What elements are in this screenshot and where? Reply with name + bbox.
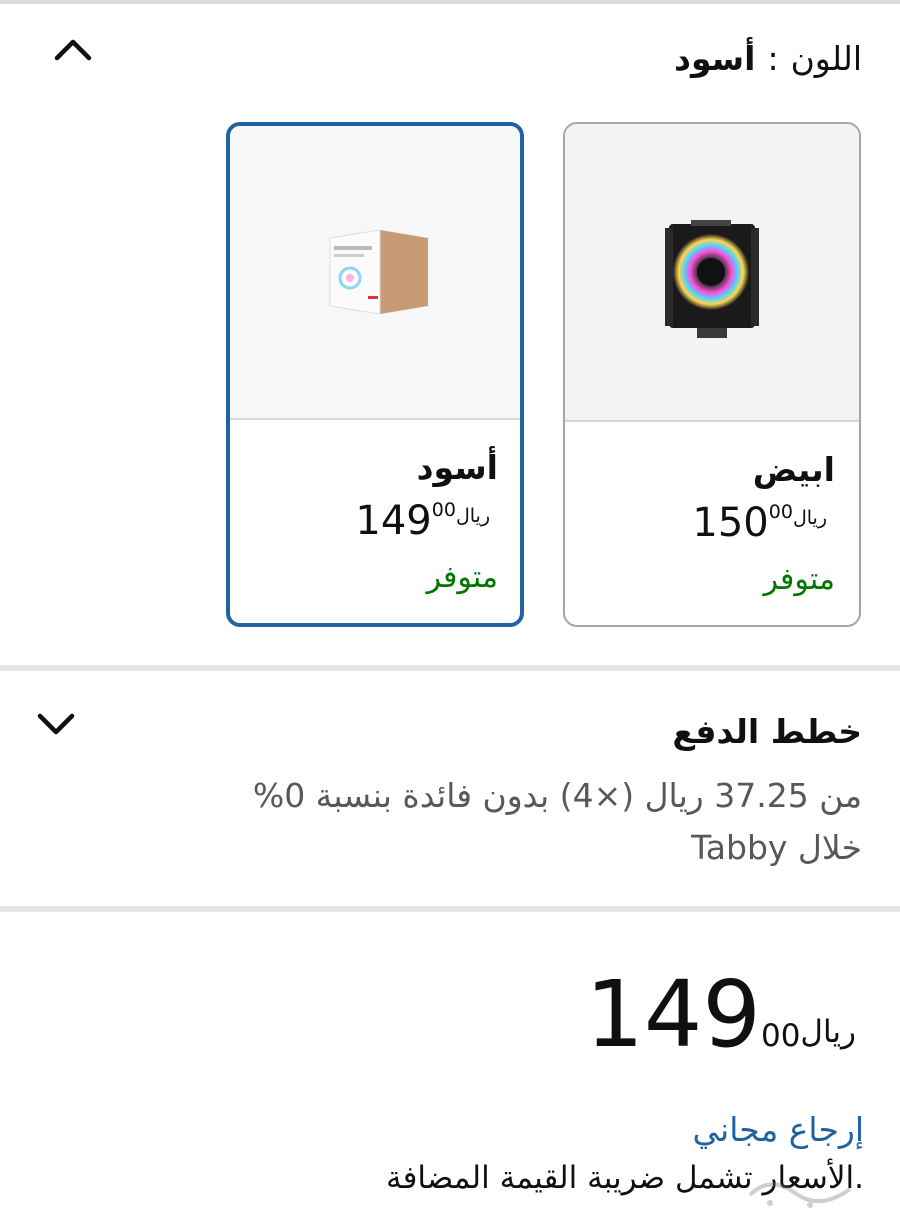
section-divider bbox=[0, 906, 900, 912]
color-selector-header: اللون: أسود bbox=[674, 36, 862, 82]
section-divider bbox=[0, 665, 900, 671]
color-option-black[interactable]: أسود ريال 14900 متوفر bbox=[226, 122, 524, 627]
chevron-down-icon bbox=[37, 713, 75, 735]
top-divider bbox=[0, 0, 900, 4]
cpu-cooler-rgb-fan-product bbox=[665, 220, 759, 338]
option-price-decimal: 00 bbox=[431, 499, 456, 521]
color-separator: : bbox=[767, 39, 779, 78]
payment-plans-title: خطط الدفع bbox=[672, 712, 862, 751]
option-price: ريال 14900 bbox=[355, 498, 492, 544]
watermark-logo bbox=[748, 1182, 852, 1208]
chevron-up-icon bbox=[54, 39, 92, 61]
option-price: ريال 15000 bbox=[692, 500, 829, 546]
product-image-white bbox=[565, 124, 859, 422]
boxed-cooler-packaging-product bbox=[329, 229, 428, 315]
option-stock-status: متوفر bbox=[426, 560, 498, 595]
option-price-decimal: 00 bbox=[768, 501, 793, 523]
color-label: اللون bbox=[790, 39, 862, 78]
product-image-black bbox=[230, 126, 520, 420]
color-option-white[interactable]: ابيض ريال 15000 متوفر bbox=[563, 122, 861, 627]
product-price: ريال 14900 bbox=[585, 960, 864, 1070]
option-price-integer: 150 bbox=[692, 500, 769, 546]
option-currency: ريال bbox=[455, 505, 490, 527]
price-integer: 149 bbox=[585, 961, 761, 1068]
price-currency: ريال bbox=[800, 1014, 856, 1050]
option-price-integer: 149 bbox=[355, 498, 432, 544]
option-stock-status: متوفر bbox=[763, 562, 835, 597]
selected-color-value: أسود bbox=[674, 39, 756, 78]
option-name: أسود bbox=[416, 448, 498, 487]
price-decimal: 00 bbox=[760, 1018, 801, 1054]
option-currency: ريال bbox=[792, 507, 827, 529]
free-return-link[interactable]: إرجاع مجاني bbox=[693, 1110, 864, 1149]
collapse-color-button[interactable] bbox=[50, 30, 96, 70]
expand-payment-plans-button[interactable] bbox=[34, 704, 78, 744]
option-name: ابيض bbox=[752, 450, 835, 489]
payment-plans-description: من 37.25 ريال (×4) بدون فائدة بنسبة 0% خ… bbox=[252, 776, 862, 867]
